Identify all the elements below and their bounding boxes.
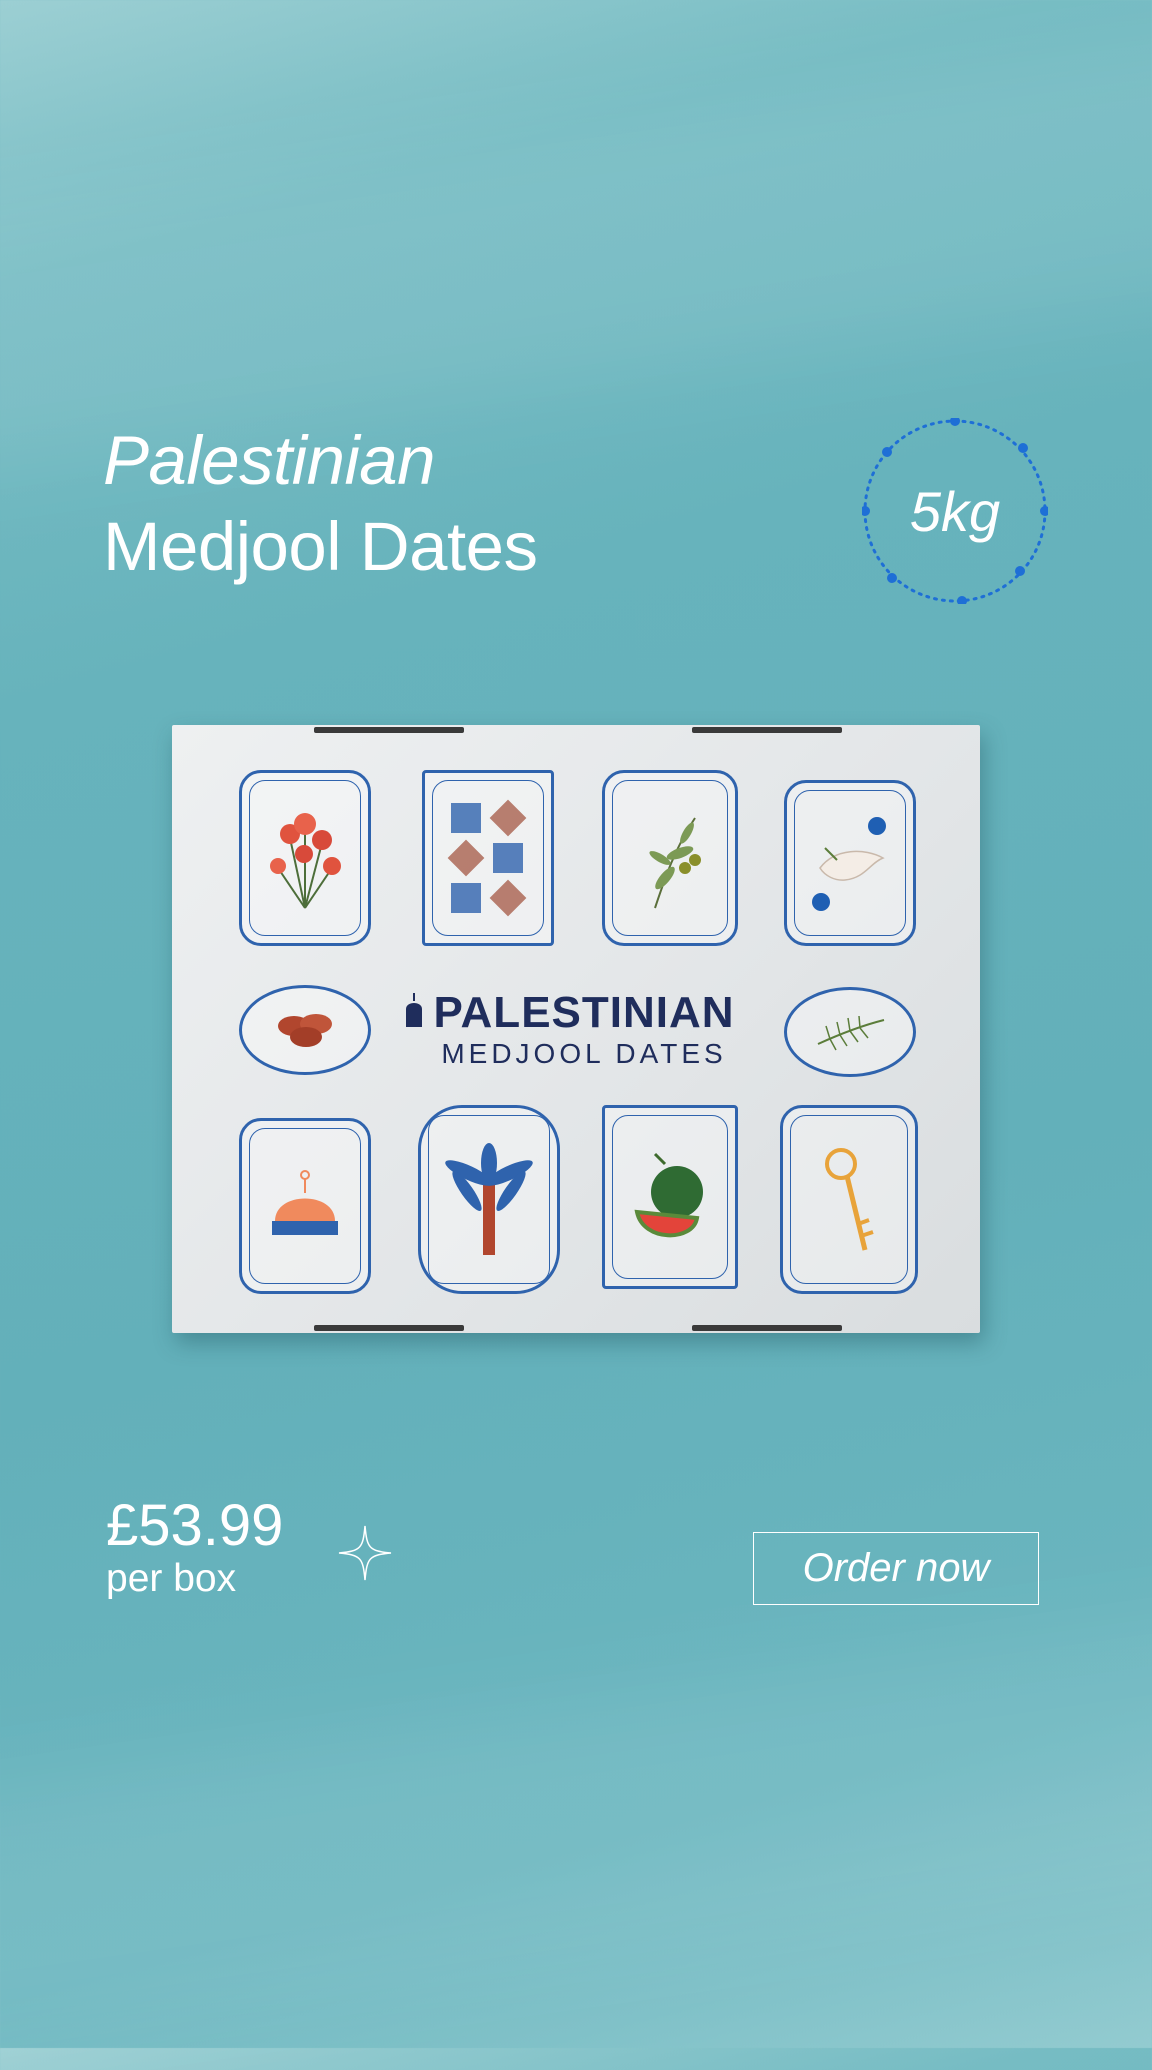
price-unit: per box xyxy=(106,1557,237,1600)
watermelon-icon xyxy=(602,1105,738,1289)
tatreez-pattern-icon xyxy=(422,770,554,946)
box-brand-title: PALESTINIAN xyxy=(433,988,735,1037)
weight-badge: 5kg xyxy=(862,418,1048,604)
box-brand: PALESTINIAN MEDJOOL DATES xyxy=(404,988,764,1070)
headline: Palestinian Medjool Dates xyxy=(103,418,538,590)
dates-icon xyxy=(239,985,371,1075)
key-of-return-icon xyxy=(780,1105,918,1294)
headline-line-2: Medjool Dates xyxy=(103,508,538,585)
poppy-flowers-icon xyxy=(239,770,371,946)
price-amount: £53.99 xyxy=(106,1493,284,1558)
order-now-button[interactable]: Order now xyxy=(753,1532,1039,1605)
headline-line-1: Palestinian xyxy=(103,422,436,499)
palm-tree-icon xyxy=(418,1105,560,1294)
palm-leaf-icon xyxy=(784,987,916,1077)
olive-branch-icon xyxy=(602,770,738,946)
box-brand-subtitle: MEDJOOL DATES xyxy=(441,1038,727,1069)
sparkle-icon xyxy=(338,1525,392,1581)
dome-of-the-rock-icon xyxy=(239,1118,371,1294)
product-box-image: PALESTINIAN MEDJOOL DATES xyxy=(172,725,980,1333)
price-block: £53.99 per box xyxy=(106,1494,283,1600)
dove-icon xyxy=(784,780,916,946)
weight-label: 5kg xyxy=(909,479,1001,543)
